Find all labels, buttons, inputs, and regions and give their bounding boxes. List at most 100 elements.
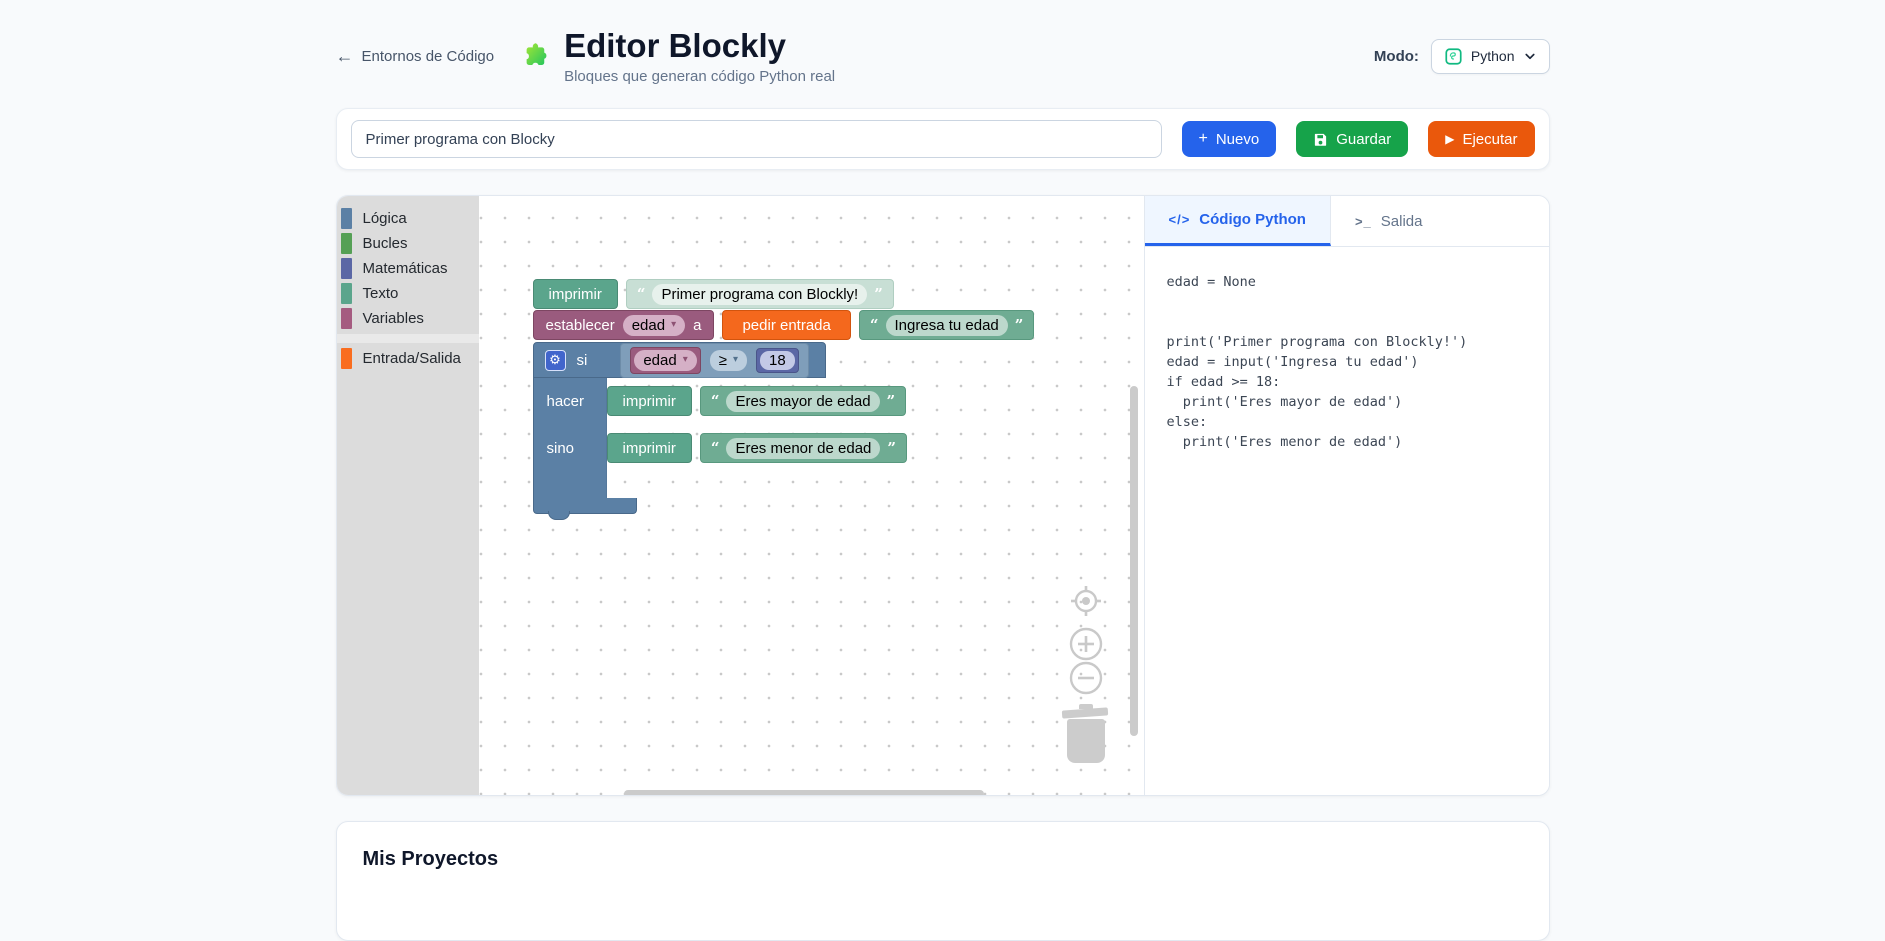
- open-quote-icon: “: [636, 284, 646, 303]
- toolbox-category-bucles[interactable]: Bucles: [337, 231, 479, 256]
- category-label: Bucles: [362, 235, 408, 252]
- blockly-logo-icon: [526, 43, 547, 65]
- close-quote-icon: ”: [1014, 315, 1024, 334]
- tab-label: Código Python: [1199, 211, 1306, 228]
- vertical-scrollbar[interactable]: [1129, 386, 1138, 736]
- category-label: Variables: [362, 310, 424, 327]
- blockly-workspace[interactable]: imprimir “ Primer programa con Blockly! …: [478, 196, 1144, 795]
- string-field[interactable]: Primer programa con Blockly!: [652, 283, 868, 305]
- number-field[interactable]: 18: [760, 350, 795, 370]
- string-block[interactable]: “ Eres menor de edad ”: [699, 433, 908, 463]
- string-field[interactable]: Eres mayor de edad: [726, 390, 880, 412]
- category-color-bar: [340, 233, 352, 254]
- trash-icon[interactable]: [1061, 704, 1110, 763]
- mode-select[interactable]: Python: [1430, 38, 1550, 74]
- do-label: hacer: [546, 393, 585, 410]
- number-block[interactable]: 18: [756, 347, 799, 373]
- toolbox-category-matematicas[interactable]: Matemáticas: [337, 256, 479, 281]
- blockly-toolbox: Lógica Bucles Matemáticas Texto Variable…: [336, 196, 479, 795]
- new-button[interactable]: + Nuevo: [1181, 121, 1277, 157]
- toolbox-category-entrada-salida[interactable]: Entrada/Salida: [337, 346, 479, 371]
- zoom-out-icon[interactable]: [1069, 661, 1103, 695]
- set-block-label: establecer: [545, 316, 615, 334]
- run-button-label: Ejecutar: [1462, 130, 1518, 148]
- print-block[interactable]: imprimir: [606, 386, 692, 416]
- toolbox-category-variables[interactable]: Variables: [337, 306, 479, 331]
- block-print-false[interactable]: imprimir “ Eres menor de edad ”: [606, 416, 908, 463]
- print-block[interactable]: imprimir: [606, 433, 692, 463]
- project-toolbar: + Nuevo Guardar ▶ Ejecutar: [335, 108, 1550, 170]
- tab-codigo-python[interactable]: </> Código Python: [1144, 196, 1331, 246]
- open-quote-icon: “: [710, 391, 720, 410]
- gear-icon[interactable]: ⚙: [544, 349, 566, 371]
- input-block[interactable]: pedir entrada: [722, 310, 851, 340]
- if-block-bottom: [532, 498, 637, 520]
- blockly-area: Lógica Bucles Matemáticas Texto Variable…: [336, 196, 1145, 795]
- if-keyword: si: [576, 351, 588, 369]
- string-field[interactable]: Ingresa tu edad: [885, 314, 1008, 336]
- print-block-label: imprimir: [622, 392, 676, 410]
- variable-name: edad: [643, 351, 677, 369]
- toolbox-separator: [336, 334, 479, 343]
- editor-card: Lógica Bucles Matemáticas Texto Variable…: [335, 195, 1550, 796]
- new-button-label: Nuevo: [1215, 130, 1260, 148]
- run-button[interactable]: ▶ Ejecutar: [1428, 121, 1535, 157]
- mode-selector: Modo: Python: [1373, 38, 1550, 74]
- page-subtitle: Bloques que generan código Python real: [564, 67, 836, 85]
- category-color-bar: [340, 348, 352, 369]
- if-condition-row[interactable]: ⚙ si edad ▾ ≥ ▾ 18: [532, 342, 826, 378]
- close-quote-icon: ”: [886, 391, 896, 410]
- block-if-else[interactable]: ⚙ si edad ▾ ≥ ▾ 18 hacer sino imprimir “…: [532, 342, 908, 520]
- print-block-label: imprimir: [622, 439, 676, 457]
- category-color-bar: [340, 258, 352, 279]
- variable-dropdown[interactable]: edad ▾: [634, 349, 697, 371]
- set-block-connector: a: [693, 316, 702, 334]
- category-label: Entrada/Salida: [362, 350, 461, 367]
- comparison-block[interactable]: edad ▾ ≥ ▾ 18: [620, 342, 809, 378]
- operator-dropdown[interactable]: ≥ ▾: [709, 349, 748, 371]
- mode-label: Modo:: [1373, 47, 1419, 65]
- open-quote-icon: “: [710, 438, 720, 457]
- string-shadow-block[interactable]: “ Primer programa con Blockly! ”: [625, 279, 894, 309]
- page-container: ← Entornos de Código Editor Blockly Bloq…: [335, 0, 1550, 941]
- projects-title: Mis Proyectos: [362, 848, 499, 870]
- string-block[interactable]: “ Eres mayor de edad ”: [699, 386, 907, 416]
- category-color-bar: [340, 283, 352, 304]
- variable-dropdown[interactable]: edad ▾: [622, 314, 686, 336]
- open-quote-icon: “: [869, 315, 879, 334]
- recenter-icon[interactable]: [1070, 585, 1102, 617]
- set-variable-block[interactable]: establecer edad ▾ a: [532, 310, 715, 340]
- python-icon: [1445, 47, 1462, 65]
- category-label: Texto: [362, 285, 399, 302]
- variable-block[interactable]: edad ▾: [630, 346, 701, 374]
- projects-card: Mis Proyectos: [335, 821, 1550, 941]
- code-icon: </>: [1168, 212, 1191, 227]
- block-print-true[interactable]: imprimir “ Eres mayor de edad ”: [606, 378, 908, 416]
- back-link[interactable]: ← Entornos de Código: [336, 47, 495, 65]
- terminal-icon: >_: [1354, 213, 1372, 229]
- code-panel-tabs: </> Código Python >_ Salida: [1144, 196, 1549, 247]
- print-block[interactable]: imprimir: [532, 279, 618, 309]
- zoom-in-icon[interactable]: [1069, 627, 1103, 661]
- horizontal-scrollbar[interactable]: [623, 790, 984, 795]
- save-icon: [1315, 133, 1327, 146]
- category-label: Lógica: [362, 210, 407, 227]
- header: ← Entornos de Código Editor Blockly Bloq…: [336, 0, 1550, 86]
- variable-name: edad: [631, 316, 666, 334]
- chevron-down-icon: [1524, 53, 1535, 60]
- toolbox-category-texto[interactable]: Texto: [337, 281, 479, 306]
- project-name-input[interactable]: [350, 120, 1162, 158]
- back-arrow-icon: ←: [335, 46, 354, 66]
- toolbox-category-logica[interactable]: Lógica: [337, 206, 479, 231]
- block-set-variable[interactable]: establecer edad ▾ a pedir entrada “ Ingr…: [532, 310, 1035, 340]
- string-block[interactable]: “ Ingresa tu edad ”: [858, 310, 1035, 340]
- operator-value: ≥: [718, 351, 727, 369]
- generated-code[interactable]: edad = None print('Primer programa con B…: [1145, 247, 1549, 795]
- save-button[interactable]: Guardar: [1296, 121, 1409, 157]
- tab-salida[interactable]: >_ Salida: [1331, 196, 1447, 246]
- block-print-title[interactable]: imprimir “ Primer programa con Blockly! …: [532, 279, 894, 309]
- string-field[interactable]: Eres menor de edad: [726, 437, 881, 459]
- save-button-label: Guardar: [1336, 130, 1392, 148]
- else-label: sino: [546, 440, 575, 457]
- category-label: Matemáticas: [362, 260, 448, 277]
